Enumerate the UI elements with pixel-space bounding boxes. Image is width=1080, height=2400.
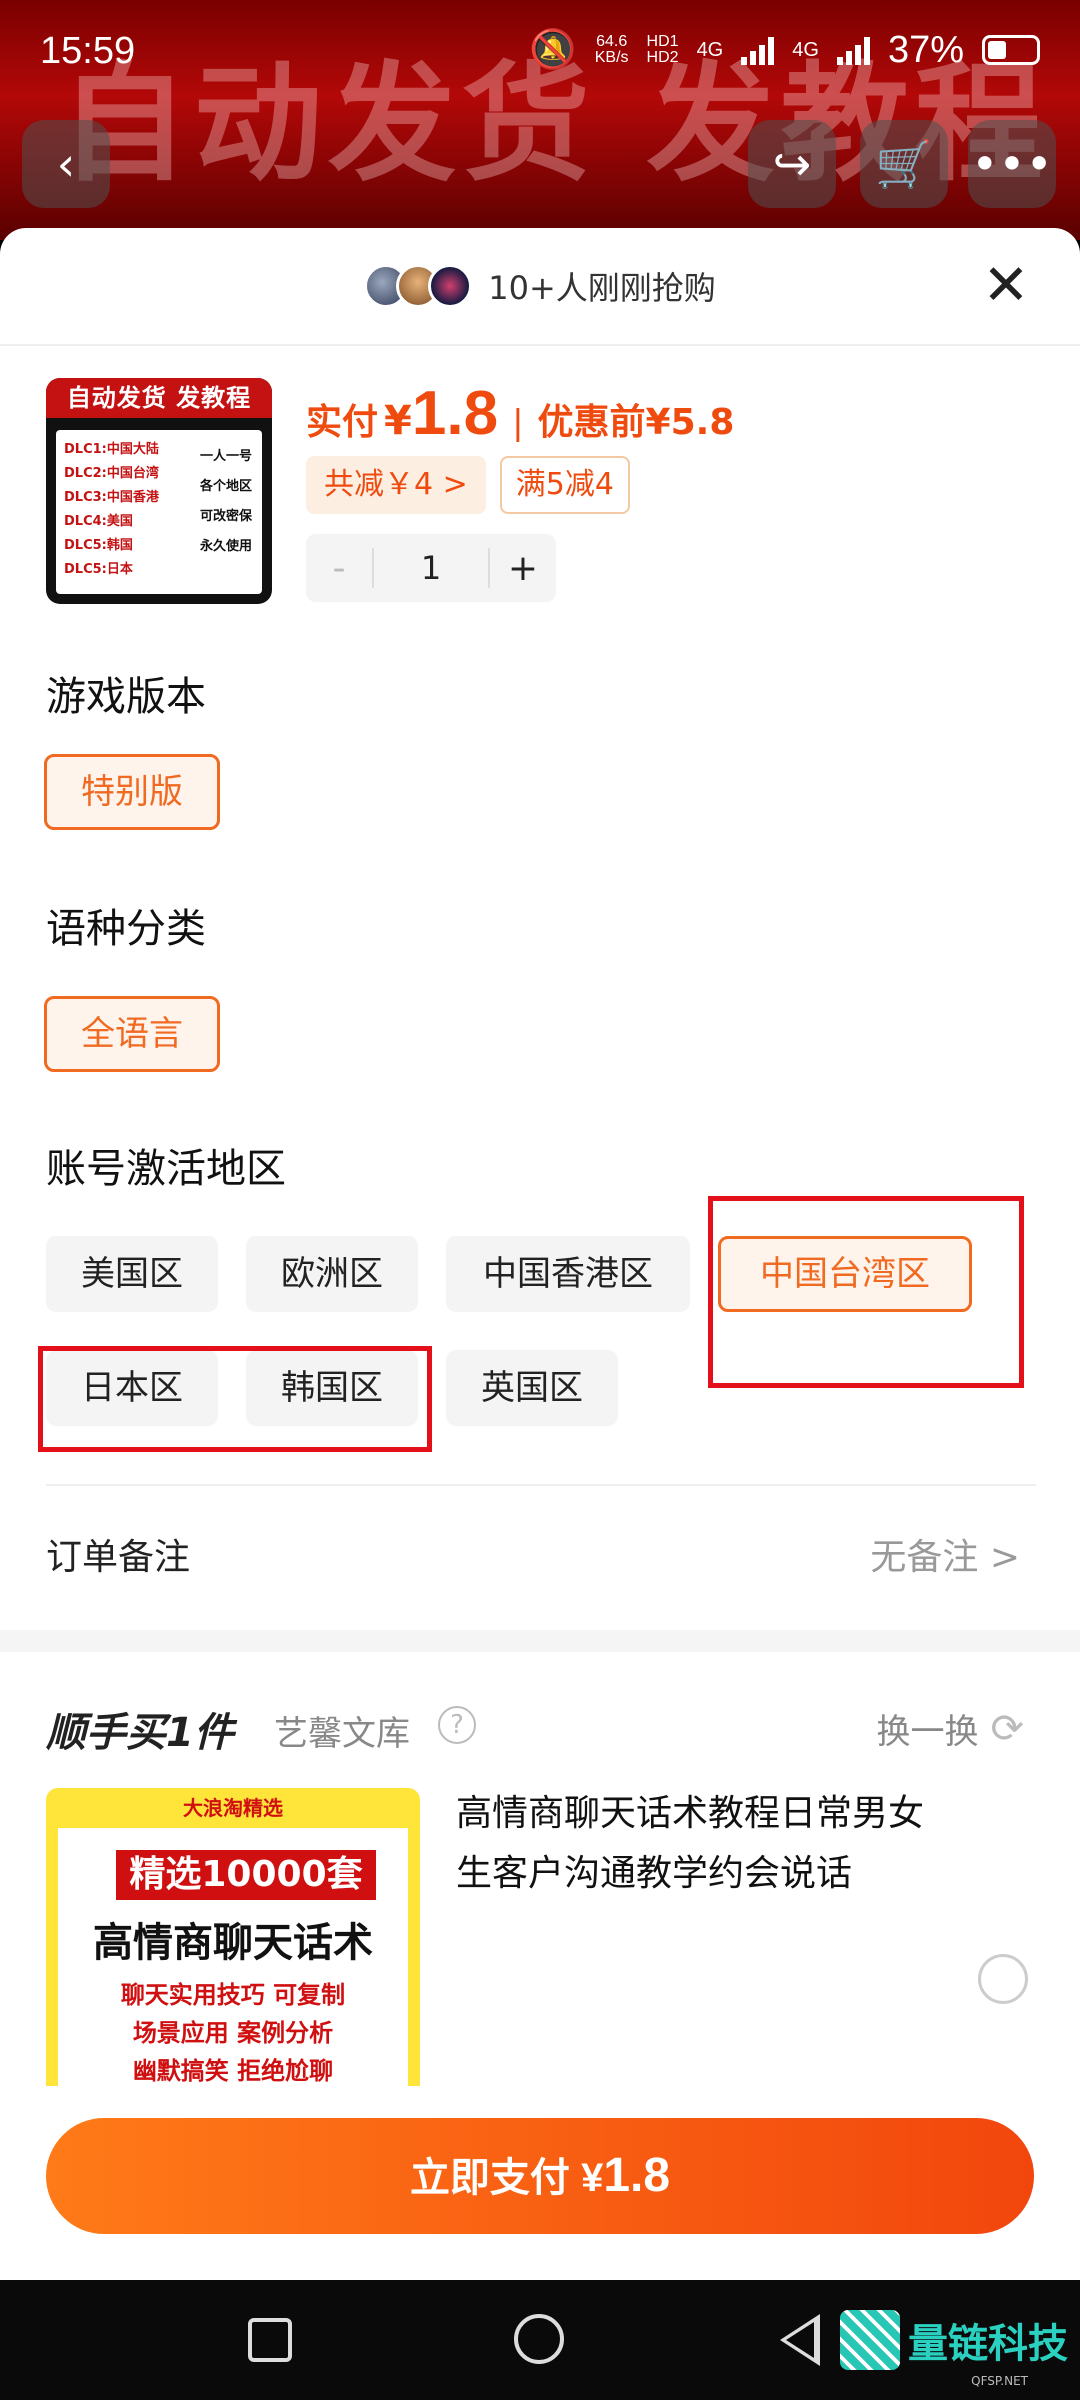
thumb-dlc-item: DLC4:美国 — [64, 514, 133, 529]
watermark-name: 量链科技 — [908, 2321, 1068, 2367]
divider — [46, 1484, 1036, 1486]
addon-image-line: 幽默搞笑 拒绝尬聊 — [132, 2057, 334, 2085]
version-option[interactable]: 特别版 — [44, 754, 220, 830]
addon-title: 顺手买1件 — [46, 1710, 234, 1756]
buyer-avatars — [364, 264, 473, 308]
pay-now-button[interactable]: 立即支付 ¥1.8 — [46, 2118, 1034, 2234]
speed-value: 64.6 — [596, 33, 628, 50]
before-label: 优惠前 — [537, 402, 646, 443]
battery-icon — [982, 35, 1040, 65]
decrease-button[interactable]: - — [306, 548, 372, 589]
quantity-value[interactable]: 1 — [372, 548, 490, 588]
home-icon[interactable] — [514, 2314, 564, 2364]
pay-label: 立即支付 — [409, 2156, 570, 2200]
system-back-icon[interactable] — [780, 2314, 820, 2366]
order-note-value[interactable]: 无备注 > — [870, 1528, 1020, 1580]
thumb-title: 自动发货 发教程 — [46, 378, 272, 418]
addon-image-banner: 精选10000套 — [116, 1850, 376, 1900]
network-type-1: 4G — [696, 38, 724, 61]
region-title: 账号激活地区 — [46, 1146, 286, 1192]
thumb-feature: 一人一号 — [199, 449, 252, 464]
discount-rule-badge: 满5减4 — [499, 456, 630, 514]
currency-symbol: ¥ — [384, 398, 412, 444]
addon-image-headline: 高情商聊天话术 — [93, 1920, 373, 1966]
thumb-dlc-item: DLC5:日本 — [64, 562, 133, 577]
more-icon[interactable]: ••• — [968, 120, 1056, 208]
highlight-box-tw — [708, 1196, 1024, 1388]
battery-percent: 37% — [887, 28, 964, 71]
region-option-uk[interactable]: 英国区 — [446, 1350, 618, 1426]
signal-icon-2 — [836, 35, 870, 65]
discount-total-badge[interactable]: 共减￥4 > — [306, 456, 486, 514]
thumb-feature-list: 一人一号 各个地区 可改密保 永久使用 — [200, 442, 252, 562]
quantity-stepper: - 1 + — [306, 534, 556, 602]
thumb-dlc-item: DLC3:中国香港 — [64, 490, 159, 505]
avatar — [428, 264, 473, 308]
watermark: 量链科技 QFSP.NET — [840, 2310, 1068, 2388]
speed-unit: KB/s — [594, 49, 629, 66]
refresh-button[interactable]: 换一换 ⟳ — [876, 1704, 1024, 1753]
highlight-box-jp-kr — [38, 1346, 432, 1452]
addon-image-lines: 聊天实用技巧 可复制 场景应用 案例分析 幽默搞笑 拒绝尬聊 — [58, 1976, 408, 2090]
thumb-dlc-item: DLC1:中国大陆 — [64, 442, 159, 457]
addon-image-line: 场景应用 案例分析 — [132, 2019, 334, 2047]
close-icon[interactable]: ✕ — [976, 256, 1036, 316]
pay-amount: 1.8 — [603, 2149, 671, 2202]
addon-image-line: 聊天实用技巧 可复制 — [120, 1981, 346, 2009]
signal-icon — [741, 35, 775, 65]
thumb-dlc-item: DLC2:中国台湾 — [64, 466, 159, 481]
region-option-eu[interactable]: 欧洲区 — [246, 1236, 418, 1312]
addon-shop-name[interactable]: 艺馨文库 — [274, 1706, 410, 1755]
recent-apps-icon[interactable] — [248, 2318, 292, 2362]
watermark-logo — [840, 2310, 900, 2370]
watermark-domain: QFSP.NET — [971, 2374, 1028, 2388]
sheet-header: 10+人刚刚抢购 ✕ — [0, 228, 1080, 346]
increase-button[interactable]: + — [490, 548, 556, 589]
recent-buyers-text: 10+人刚刚抢购 — [488, 269, 716, 307]
help-icon[interactable]: ? — [438, 1706, 476, 1744]
share-icon[interactable]: ↪ — [748, 120, 836, 208]
addon-image-brand: 大浪淘精选 — [183, 1796, 283, 1820]
status-time: 15:59 — [40, 30, 136, 72]
thumb-dlc-list: DLC1:中国大陆 DLC2:中国台湾 DLC3:中国香港 DLC4:美国 DL… — [64, 438, 159, 582]
back-icon[interactable]: ‹ — [22, 120, 110, 208]
refresh-icon: ⟳ — [990, 1705, 1024, 1752]
addon-image-card: 精选10000套 高情商聊天话术 聊天实用技巧 可复制 场景应用 案例分析 幽默… — [58, 1828, 408, 2118]
thumb-dlc-item: DLC5:韩国 — [64, 538, 133, 553]
network-speed: 64.6 KB/s — [595, 34, 629, 66]
network-type-2: 4G — [792, 38, 819, 61]
product-thumbnail[interactable]: 自动发货 发教程 DLC1:中国大陆 DLC2:中国台湾 DLC3:中国香港 D… — [46, 378, 272, 604]
status-bar: 15:59 🔕 64.6 KB/s HD1 HD2 4G 4G 37% — [0, 0, 1080, 100]
version-title: 游戏版本 — [46, 674, 206, 720]
status-icons: 🔕 64.6 KB/s HD1 HD2 4G 4G 37% — [529, 28, 1040, 72]
language-option[interactable]: 全语言 — [44, 996, 220, 1072]
thumb-feature: 各个地区 — [199, 479, 252, 494]
hd2-label: HD2 — [646, 49, 679, 66]
language-title: 语种分类 — [46, 906, 206, 952]
pay-bar: 立即支付 ¥1.8 — [0, 2086, 1080, 2280]
addon-product-name[interactable]: 高情商聊天话术教程日常男女生客户沟通教学约会说话 — [456, 1784, 956, 1904]
refresh-label: 换一换 — [876, 1712, 979, 1752]
order-note-label: 订单备注 — [46, 1537, 191, 1578]
purchase-sheet: 10+人刚刚抢购 ✕ 自动发货 发教程 DLC1:中国大陆 DLC2:中国台湾 … — [0, 228, 1080, 2280]
paid-amount: 1.8 — [411, 379, 499, 448]
region-option-us[interactable]: 美国区 — [46, 1236, 218, 1312]
before-amount: ¥5.8 — [645, 402, 735, 443]
price-separator: | — [512, 403, 524, 443]
hd-badge: HD1 HD2 — [647, 34, 679, 66]
paid-label: 实付 — [306, 402, 379, 443]
cart-icon[interactable]: 🛒 — [860, 120, 948, 208]
thumb-feature: 永久使用 — [199, 539, 252, 554]
thumb-feature: 可改密保 — [199, 509, 252, 524]
thumb-body: DLC1:中国大陆 DLC2:中国台湾 DLC3:中国香港 DLC4:美国 DL… — [56, 430, 262, 594]
discount-row: 共减￥4 > 满5减4 — [306, 456, 630, 514]
addon-product-image[interactable]: 大浪淘精选 精选10000套 高情商聊天话术 聊天实用技巧 可复制 场景应用 案… — [46, 1788, 420, 2118]
hd1-label: HD1 — [646, 33, 679, 50]
addon-select-radio[interactable] — [978, 1954, 1028, 2004]
pay-currency: ¥ — [581, 2156, 604, 2200]
region-option-hk[interactable]: 中国香港区 — [446, 1236, 690, 1312]
mute-icon: 🔕 — [529, 29, 577, 71]
price-line: 实付 ¥ 1.8 | 优惠前 ¥5.8 — [306, 378, 734, 458]
section-gap — [0, 1630, 1080, 1652]
